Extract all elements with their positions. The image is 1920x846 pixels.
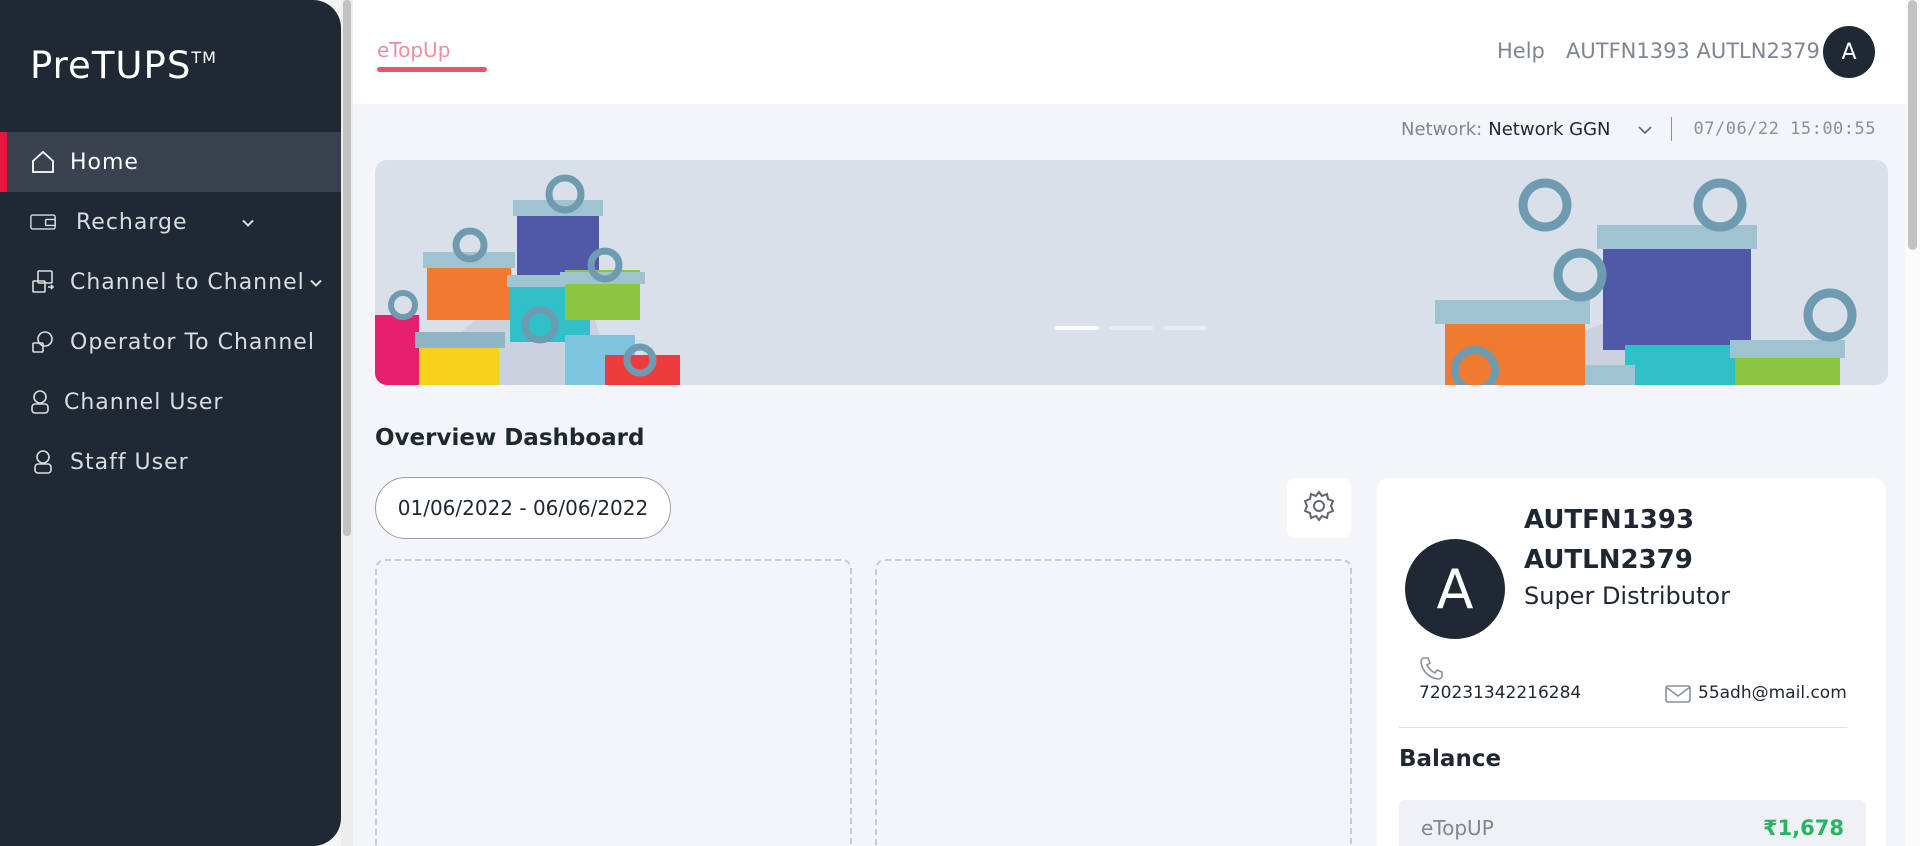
balance-value: ₹1,678 — [1762, 816, 1844, 840]
profile-name: AUTFN1393 AUTLN2379 — [1524, 505, 1695, 575]
sidebar-item-staff-user[interactable]: Staff User — [0, 432, 341, 492]
divider — [1399, 727, 1847, 728]
sidebar-item-channel-user[interactable]: Channel User — [0, 372, 341, 432]
main-scrollbar-thumb[interactable] — [1908, 0, 1917, 250]
phone-icon — [1418, 655, 1444, 685]
user-icon — [30, 449, 56, 475]
profile-email: 55adh@mail.com — [1698, 683, 1847, 703]
divider — [1670, 117, 1672, 141]
top-header: eTopUp Help AUTFN1393 AUTLN2379 A — [353, 0, 1905, 104]
profile-role: Super Distributor — [1524, 582, 1730, 610]
mail-icon — [1665, 684, 1691, 708]
avatar[interactable]: A — [1823, 26, 1875, 78]
profile-phone: 720231342216284 — [1419, 683, 1582, 703]
network-label: Network: — [1401, 118, 1483, 140]
profile-card: A AUTFN1393 AUTLN2379 Super Distributor … — [1377, 478, 1886, 846]
app-logo[interactable]: PreTUPSTM — [30, 44, 217, 87]
sidebar-item-label: Channel to Channel — [70, 269, 305, 295]
sidebar-item-operator-to-channel[interactable]: Operator To Channel — [0, 312, 341, 372]
chevron-down-icon[interactable] — [1637, 119, 1653, 140]
channel-transfer-icon — [30, 269, 56, 295]
sidebar-item-channel-to-channel[interactable]: Channel to Channel — [0, 252, 341, 312]
dashboard-widget-placeholder — [375, 559, 852, 846]
network-bar: Network: Network GGN 07/06/22 15:00:55 — [1401, 117, 1876, 141]
sidebar-item-label: Staff User — [70, 449, 189, 475]
logo-trademark: TM — [191, 48, 217, 67]
sidebar-nav: Home Recharge Channel to Channel Operato… — [0, 132, 341, 492]
help-link[interactable]: Help — [1497, 39, 1545, 63]
carousel-dot[interactable] — [1109, 326, 1153, 330]
network-select[interactable]: Network GGN — [1488, 119, 1610, 140]
gear-icon — [1302, 489, 1336, 527]
sidebar-item-label: Channel User — [64, 389, 224, 415]
recharge-icon — [30, 209, 56, 235]
balance-row: eTopUP ₹1,678 — [1399, 800, 1866, 846]
carousel-dots — [1055, 326, 1207, 330]
date-range-picker[interactable]: 01/06/2022 - 06/06/2022 — [375, 477, 671, 539]
tab-active-indicator — [377, 67, 487, 72]
promo-banner[interactable] — [375, 160, 1888, 385]
dashboard-settings-button[interactable] — [1287, 478, 1351, 538]
page-title: Overview Dashboard — [375, 425, 645, 451]
sidebar-item-recharge[interactable]: Recharge — [0, 192, 341, 252]
datetime-display: 07/06/22 15:00:55 — [1693, 119, 1876, 139]
carousel-dot-active[interactable] — [1055, 326, 1099, 330]
tab-etopup[interactable]: eTopUp — [377, 38, 450, 62]
avatar: A — [1405, 539, 1505, 639]
sidebar-item-label: Recharge — [76, 209, 188, 235]
gift-boxes-illustration — [375, 174, 1857, 385]
chevron-down-icon[interactable] — [241, 210, 255, 235]
operator-icon — [30, 329, 56, 355]
balance-label: eTopUP — [1421, 816, 1494, 840]
sidebar: PreTUPSTM Home Recharge Channel to Chann… — [0, 0, 341, 846]
balance-title: Balance — [1399, 746, 1502, 772]
header-user-name[interactable]: AUTFN1393 AUTLN2379 — [1566, 39, 1820, 63]
dashboard-widget-placeholder — [875, 559, 1352, 846]
home-icon — [30, 149, 56, 175]
sidebar-item-home[interactable]: Home — [0, 132, 341, 192]
chevron-down-icon[interactable] — [309, 270, 323, 295]
sidebar-item-label: Operator To Channel — [70, 329, 315, 355]
user-icon — [30, 389, 50, 415]
logo-text: PreTUPS — [30, 44, 192, 87]
sidebar-scrollbar-thumb[interactable] — [343, 0, 351, 536]
sidebar-item-label: Home — [70, 149, 139, 175]
carousel-dot[interactable] — [1163, 326, 1207, 330]
